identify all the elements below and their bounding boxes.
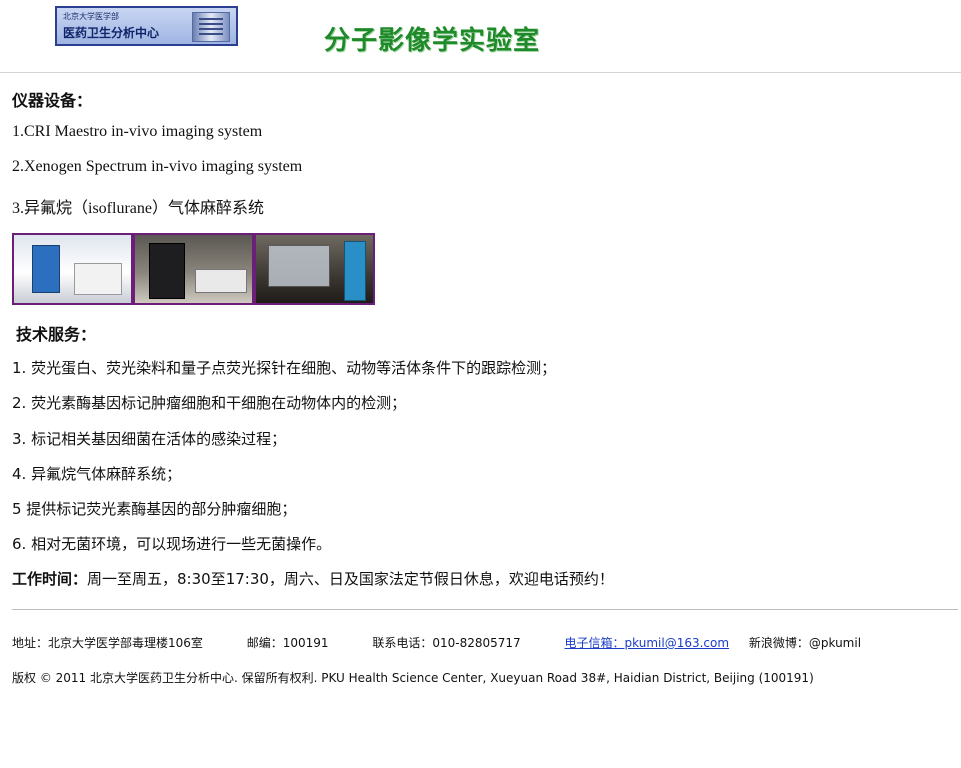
working-hours: 工作时间：周一至周五，8:30至17:30，周六、日及国家法定节假日休息，欢迎电… bbox=[12, 568, 614, 589]
equipment-photo-maestro[interactable] bbox=[12, 233, 133, 305]
equipment-photos bbox=[12, 233, 375, 305]
logo-top-text: 北京大学医学部 bbox=[63, 12, 119, 21]
service-item: 3. 标记相关基因细菌在活体的感染过程； bbox=[12, 430, 287, 448]
service-item: 5 提供标记荧光素酶基因的部分肿瘤细胞； bbox=[12, 500, 297, 518]
working-hours-text: 周一至周五，8:30至17:30，周六、日及国家法定节假日休息，欢迎电话预约！ bbox=[87, 570, 614, 588]
footer-contact: 地址：北京大学医学部毒理楼106室 邮编：100191 联系电话：010-828… bbox=[12, 634, 861, 651]
footer-email-link[interactable]: 电子信箱：pkumil@163.com bbox=[565, 636, 730, 650]
building-icon bbox=[192, 12, 230, 42]
page-title: 分子影像学实验室 bbox=[324, 26, 541, 56]
equipment-item: 1.CRI Maestro in-vivo imaging system bbox=[12, 123, 263, 140]
logo-main-text: 医药卫生分析中心 bbox=[63, 26, 160, 40]
footer-phone: 联系电话：010-82805717 bbox=[372, 636, 521, 650]
footer-address: 地址：北京大学医学部毒理楼106室 bbox=[12, 636, 203, 650]
footer-weibo: 新浪微博：@pkumil bbox=[748, 636, 862, 650]
service-item: 1. 荧光蛋白、荧光染料和量子点荧光探针在细胞、动物等活体条件下的跟踪检测； bbox=[12, 359, 557, 377]
equipment-photo-anesthesia[interactable] bbox=[254, 233, 375, 305]
service-item: 2. 荧光素酶基因标记肿瘤细胞和干细胞在动物体内的检测； bbox=[12, 394, 407, 412]
footer-divider bbox=[12, 609, 958, 610]
service-item: 4. 异氟烷气体麻醉系统； bbox=[12, 465, 182, 483]
service-item: 6. 相对无菌环境，可以现场进行一些无菌操作。 bbox=[12, 535, 332, 553]
page: 北京大学医学部 医药卫生分析中心 分子影像学实验室 仪器设备： 1.CRI Ma… bbox=[0, 0, 961, 768]
header-divider bbox=[0, 72, 961, 73]
equipment-photo-spectrum[interactable] bbox=[133, 233, 254, 305]
footer-copyright: 版权 © 2011 北京大学医药卫生分析中心. 保留所有权利. PKU Heal… bbox=[12, 671, 814, 685]
services-heading: 技术服务： bbox=[16, 325, 97, 344]
site-logo[interactable]: 北京大学医学部 医药卫生分析中心 bbox=[55, 6, 238, 46]
footer-postcode: 邮编：100191 bbox=[246, 636, 329, 650]
header: 北京大学医学部 医药卫生分析中心 分子影像学实验室 bbox=[0, 0, 961, 72]
equipment-heading: 仪器设备： bbox=[12, 91, 93, 110]
working-hours-label: 工作时间： bbox=[12, 570, 88, 588]
equipment-item: 3.异氟烷（isoflurane）气体麻醉系统 bbox=[12, 200, 264, 217]
equipment-item: 2.Xenogen Spectrum in-vivo imaging syste… bbox=[12, 158, 303, 175]
